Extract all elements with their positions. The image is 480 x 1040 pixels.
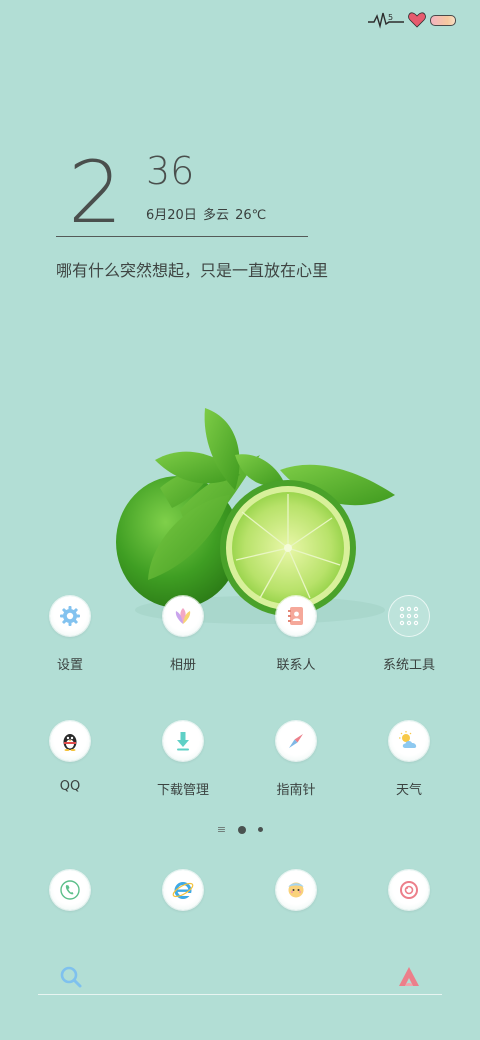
compass-icon: [289, 734, 303, 748]
menu-lines-icon: ≡: [216, 823, 227, 836]
clock-divider: [56, 236, 308, 237]
app-settings-label: 设置: [56, 658, 83, 673]
app-qq-label: QQ: [59, 779, 81, 794]
dock-camera[interactable]: [359, 870, 459, 910]
search-icon[interactable]: [58, 964, 84, 990]
app-weather-label: 天气: [395, 783, 422, 798]
page-dot-active: [238, 825, 247, 834]
app-gallery-icon: [163, 596, 203, 636]
app-compass[interactable]: 指南针: [246, 721, 346, 798]
clock-hour: 2: [68, 143, 123, 243]
app-qq-icon: [50, 721, 90, 761]
battery-icon: [430, 14, 456, 26]
quote-text: 哪有什么突然想起，只是一直放在心里: [56, 261, 329, 280]
dock-browser-disc: [163, 870, 203, 910]
download-icon: [177, 732, 189, 751]
app-settings[interactable]: 设置: [20, 596, 120, 673]
status-bar: 5: [368, 8, 456, 32]
phone-icon: [60, 880, 80, 900]
clock-minute: 36: [146, 149, 195, 193]
search-bar[interactable]: [38, 960, 442, 995]
app-system-tools[interactable]: 系统工具: [359, 596, 459, 673]
app-compass-label: 指南针: [276, 783, 316, 798]
dock-browser[interactable]: [133, 870, 233, 910]
app-qq[interactable]: QQ: [20, 721, 120, 794]
gallery-icon: [175, 608, 191, 624]
dock-phone[interactable]: [20, 870, 120, 910]
app-contacts-label: 联系人: [276, 658, 316, 673]
page-indicator[interactable]: ≡: [0, 824, 480, 835]
app-system-tools-label: 系统工具: [382, 658, 435, 673]
app-download-manager[interactable]: 下载管理: [133, 721, 233, 798]
signal-label: 5: [388, 13, 393, 22]
app-gallery-label: 相册: [169, 658, 196, 673]
dock-messages-disc: [276, 870, 316, 910]
dock-messages[interactable]: [246, 870, 346, 910]
browser-icon: [172, 882, 194, 899]
app-contacts[interactable]: 联系人: [246, 596, 346, 673]
heart-icon: [408, 12, 426, 28]
pulse-icon: 5: [368, 12, 404, 29]
assistant-icon[interactable]: [396, 964, 422, 990]
app-download-manager-icon: [163, 721, 203, 761]
app-contacts-icon: [276, 596, 316, 636]
app-gallery[interactable]: 相册: [133, 596, 233, 673]
app-compass-icon: [276, 721, 316, 761]
app-settings-icon: [50, 596, 90, 636]
messages-icon: [288, 882, 304, 898]
date-weather: 6月20日 多云 26℃: [146, 208, 267, 223]
dock-phone-disc: [50, 870, 90, 910]
app-download-manager-label: 下载管理: [156, 783, 209, 798]
camera-icon: [400, 881, 418, 899]
gear-icon: [60, 606, 80, 626]
app-system-tools-icon: [389, 596, 429, 636]
page-dot: [258, 827, 264, 832]
dock-camera-disc: [389, 870, 429, 910]
app-weather[interactable]: 天气: [359, 721, 459, 798]
contacts-icon: [288, 607, 303, 625]
grid-icon: [399, 606, 419, 626]
qq-penguin-icon: [63, 734, 77, 751]
app-weather-icon: [389, 721, 429, 761]
weather-icon: [399, 731, 417, 748]
